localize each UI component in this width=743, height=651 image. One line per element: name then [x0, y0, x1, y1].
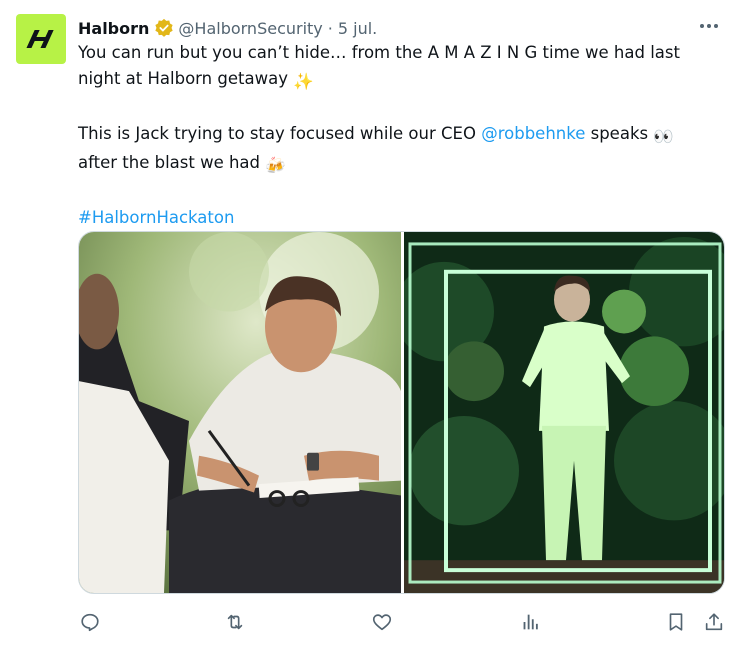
photo-right[interactable] [404, 232, 724, 593]
bookmark-icon[interactable] [664, 610, 688, 634]
retweet-icon[interactable] [223, 610, 247, 634]
separator-dot: · [327, 18, 333, 38]
timestamp[interactable]: 5 jul. [338, 19, 377, 38]
beer-emoji: 🍻 [265, 156, 286, 175]
avatar[interactable] [16, 14, 66, 64]
text-paragraph-2: This is Jack trying to stay focused whil… [78, 121, 718, 179]
author-handle[interactable]: @HalbornSecurity [178, 19, 322, 38]
text-paragraph-3: #HalbornHackaton [78, 205, 718, 231]
author-name[interactable]: Halborn [78, 19, 149, 38]
verified-badge-icon[interactable] [154, 18, 174, 38]
tweet-header: Halborn @HalbornSecurity · 5 jul. [78, 16, 377, 40]
text-line-2c: after the blast we had [78, 153, 261, 172]
photo-left[interactable] [79, 232, 401, 593]
action-bar [78, 610, 728, 638]
text-paragraph-1: You can run but you can’t hide… from the… [78, 40, 718, 95]
mention-link[interactable]: @robbehnke [481, 124, 585, 143]
tweet: Halborn @HalbornSecurity · 5 jul. You ca… [0, 0, 743, 651]
views-icon[interactable] [518, 610, 542, 634]
hashtag-link[interactable]: #HalbornHackaton [78, 208, 234, 227]
text-line-1: You can run but you can’t hide… from the… [78, 43, 680, 88]
like-icon[interactable] [370, 610, 394, 634]
reply-icon[interactable] [78, 610, 102, 634]
media-grid [78, 231, 725, 594]
share-icon[interactable] [702, 610, 726, 634]
sparkles-emoji: ✨ [293, 72, 314, 91]
text-line-2a: This is Jack trying to stay focused whil… [78, 124, 476, 143]
halborn-logo-icon [26, 30, 54, 48]
text-line-2b: speaks [590, 124, 649, 143]
tweet-text: You can run but you can’t hide… from the… [78, 40, 718, 231]
more-icon[interactable] [697, 16, 721, 36]
eyes-emoji: 👀 [653, 127, 674, 146]
